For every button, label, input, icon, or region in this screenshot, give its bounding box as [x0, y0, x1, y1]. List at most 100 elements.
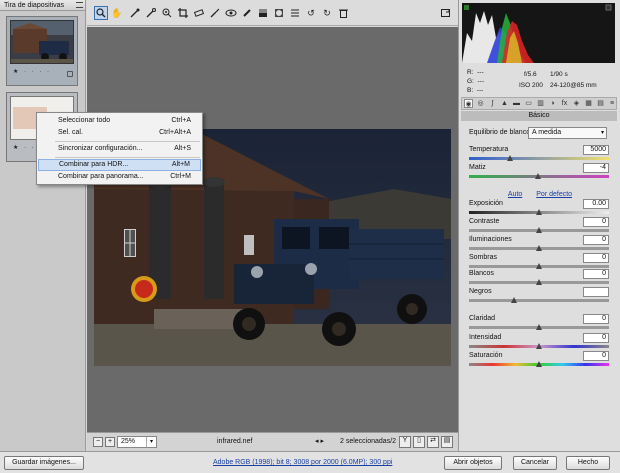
radial-filter-icon[interactable]	[272, 6, 286, 20]
menu-item-shortcut: Ctrl+Alt+A	[159, 129, 191, 136]
straighten-icon[interactable]	[192, 6, 206, 20]
white-balance-select[interactable]: A medida ▾	[528, 127, 607, 139]
canvas-status-bar: − + 25% ▾ infrared.nef ◂ ▸ 2 seleccionad…	[87, 432, 458, 451]
menu-item-label: Combinar para panorama...	[58, 173, 144, 180]
cancel-button[interactable]: Cancelar	[513, 456, 557, 470]
target-adjust-icon[interactable]	[160, 6, 174, 20]
spot-removal-icon[interactable]	[208, 6, 222, 20]
slider-knob[interactable]	[536, 343, 542, 349]
whites-field[interactable]: 0	[583, 269, 609, 279]
previous-image-icon[interactable]: ◂	[315, 438, 319, 445]
tab-calibration[interactable]: ◈	[572, 99, 581, 108]
tab-camera-calibration[interactable]: ◑	[548, 99, 557, 108]
slider-label: Negros	[469, 288, 492, 295]
rotate-left-icon[interactable]: ↺	[304, 6, 318, 20]
slider-knob[interactable]	[536, 209, 542, 215]
slider-knob[interactable]	[536, 227, 542, 233]
chevron-down-icon: ▾	[600, 130, 604, 136]
image-canvas[interactable]	[87, 27, 458, 432]
adjustments-panel: R: --- G: --- B: --- f/5.6 1/90 s ISO 20…	[458, 0, 620, 451]
exposure-field[interactable]: 0.00	[583, 199, 609, 209]
rotate-right-icon[interactable]: ↻	[320, 6, 334, 20]
tab-detail[interactable]: ∫	[488, 99, 497, 108]
tab-hsl[interactable]: ▲	[500, 99, 509, 108]
menu-item-select-rated[interactable]: Sel. cal. Ctrl+Alt+A	[38, 127, 201, 139]
saturation-field[interactable]: 0	[583, 351, 609, 361]
save-images-button[interactable]: Guardar imágenes...	[4, 456, 84, 470]
slider-knob[interactable]	[536, 279, 542, 285]
fullscreen-icon[interactable]	[439, 6, 453, 20]
tab-fx[interactable]: fx	[560, 99, 569, 108]
white-balance-icon[interactable]	[128, 6, 142, 20]
slider-knob[interactable]	[507, 155, 513, 161]
zoom-select[interactable]: 25% ▾	[117, 436, 157, 448]
rating-stars[interactable]: ★ · · · ·	[13, 68, 51, 75]
menu-item-merge-panorama[interactable]: Combinar para panorama... Ctrl+M	[38, 171, 201, 183]
filmstrip-thumb-1[interactable]: ★ · · · ·	[6, 16, 78, 86]
shutter-value: 1/90 s	[550, 71, 568, 78]
auto-default-links: Auto Por defecto	[459, 191, 620, 198]
adjustment-brush-icon[interactable]	[240, 6, 254, 20]
slider-knob[interactable]	[535, 173, 541, 179]
menu-item-select-all[interactable]: Seleccionar todo Ctrl+A	[38, 115, 201, 127]
settings-badge-icon	[67, 71, 73, 77]
swap-icon[interactable]: ⇄	[427, 436, 439, 448]
zoom-icon[interactable]	[94, 6, 108, 20]
default-link[interactable]: Por defecto	[536, 191, 572, 198]
open-objects-button[interactable]: Abrir objetos	[444, 456, 502, 470]
tab-basic[interactable]: ◉	[464, 99, 473, 108]
filter-icon[interactable]: Y	[399, 436, 411, 448]
tab-split-toning[interactable]: ▬	[512, 99, 521, 108]
done-button[interactable]: Hecho	[566, 456, 610, 470]
color-sampler-icon[interactable]	[144, 6, 158, 20]
blacks-field[interactable]	[583, 287, 609, 297]
before-after-icon[interactable]: ▯	[413, 436, 425, 448]
vibrance-field[interactable]: 0	[583, 333, 609, 343]
next-image-icon[interactable]: ▸	[320, 438, 324, 445]
graduated-filter-icon[interactable]	[256, 6, 270, 20]
slider-track[interactable]	[469, 299, 609, 302]
slider-label: Claridad	[469, 315, 496, 322]
file-name: infrared.nef	[217, 438, 253, 445]
compare-icon[interactable]: ▤	[441, 436, 453, 448]
panel-menu-icon[interactable]	[76, 2, 83, 8]
shadows-field[interactable]: 0	[583, 253, 609, 263]
temperature-field[interactable]: 5000	[583, 145, 609, 155]
tab-effects[interactable]: ▥	[536, 99, 545, 108]
green-readout: G: ---	[467, 78, 484, 85]
panel-menu-icon[interactable]: ≡	[608, 99, 616, 108]
menu-item-shortcut: Ctrl+A	[171, 117, 191, 124]
zoom-out-button[interactable]: −	[93, 437, 103, 447]
lens-value: 24-120@85 mm	[550, 82, 597, 89]
clarity-field[interactable]: 0	[583, 314, 609, 324]
menu-item-label: Seleccionar todo	[58, 117, 111, 124]
context-menu: Seleccionar todo Ctrl+A Sel. cal. Ctrl+A…	[36, 112, 203, 185]
menu-item-sync-settings[interactable]: Sincronizar configuración... Alt+S	[38, 143, 201, 155]
auto-link[interactable]: Auto	[508, 191, 522, 198]
preferences-icon[interactable]	[288, 6, 302, 20]
slider-knob[interactable]	[536, 245, 542, 251]
crop-icon[interactable]	[176, 6, 190, 20]
slider-label: Iluminaciones	[469, 236, 512, 243]
blue-readout: B: ---	[467, 87, 484, 94]
tab-snapshots[interactable]: ▤	[596, 99, 605, 108]
slider-knob[interactable]	[536, 361, 542, 367]
slider-knob[interactable]	[536, 263, 542, 269]
zoom-in-button[interactable]: +	[105, 437, 115, 447]
hand-icon[interactable]: ✋	[110, 6, 124, 20]
tint-field[interactable]: -4	[583, 163, 609, 173]
highlights-field[interactable]: 0	[583, 235, 609, 245]
trash-icon[interactable]	[336, 6, 350, 20]
contrast-field[interactable]: 0	[583, 217, 609, 227]
tab-lens[interactable]: ▭	[524, 99, 533, 108]
panel-tabs: ◉ ◎ ∫ ▲ ▬ ▭ ▥ ◑ fx ◈ ▦ ▤ ≡	[461, 97, 617, 110]
menu-item-merge-hdr[interactable]: Combinar para HDR... Alt+M	[38, 159, 201, 171]
slider-track[interactable]	[469, 157, 609, 160]
workflow-options-link[interactable]: Adobe RGB (1998); bit 8; 3008 por 2000 (…	[213, 459, 392, 466]
slider-knob[interactable]	[511, 297, 517, 303]
tab-presets[interactable]: ▦	[584, 99, 593, 108]
red-eye-icon[interactable]	[224, 6, 238, 20]
slider-knob[interactable]	[536, 324, 542, 330]
menu-item-shortcut: Ctrl+M	[170, 173, 191, 180]
tab-tone-curve[interactable]: ◎	[476, 99, 485, 108]
